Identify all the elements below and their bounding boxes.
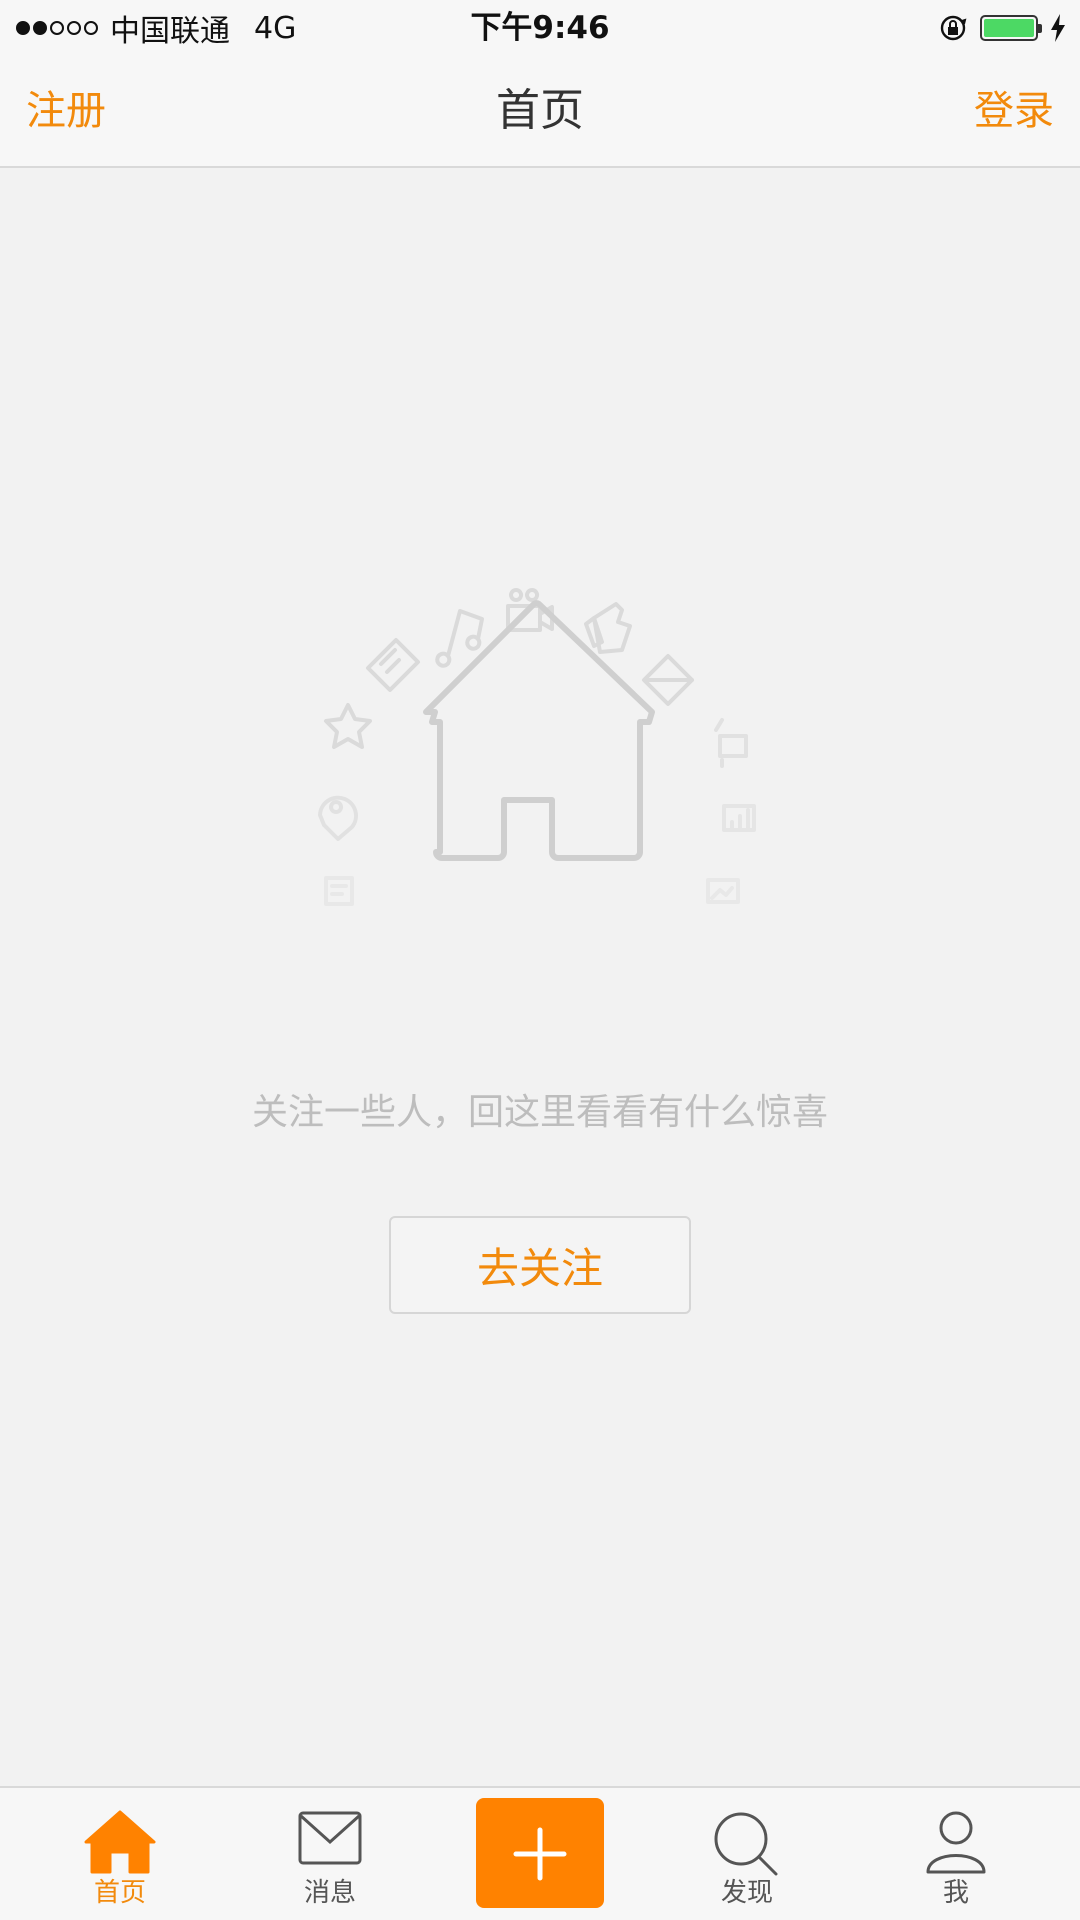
tab-discover-label: 发现 bbox=[720, 1878, 773, 1908]
status-bar: 中国联通 4G 下午9:46 bbox=[0, 0, 1080, 56]
status-right bbox=[938, 10, 1066, 46]
battery-fill bbox=[984, 19, 1034, 37]
tab-messages-label: 消息 bbox=[303, 1878, 356, 1908]
thumbs-up-icon bbox=[584, 602, 632, 654]
ticket-icon bbox=[366, 638, 420, 692]
tab-discover[interactable]: 发现 bbox=[667, 1788, 827, 1920]
profile-icon bbox=[926, 1811, 986, 1874]
image-icon bbox=[706, 878, 740, 904]
chat-icon bbox=[714, 718, 748, 768]
empty-state-illustration bbox=[318, 588, 756, 906]
plus-icon bbox=[513, 1827, 567, 1881]
rotation-lock-icon bbox=[940, 15, 967, 41]
go-follow-button[interactable]: 去关注 bbox=[389, 1216, 691, 1314]
tab-home-label: 首页 bbox=[93, 1878, 146, 1908]
music-icon bbox=[435, 609, 484, 668]
tab-me-label: 我 bbox=[942, 1878, 969, 1908]
star-icon bbox=[324, 703, 372, 749]
home-icon bbox=[84, 1810, 156, 1874]
house-icon bbox=[423, 600, 655, 861]
tab-me[interactable]: 我 bbox=[876, 1788, 1036, 1920]
screen: 中国联通 4G 下午9:46 注册 首页 登录 关注一些人，回这里看看有什么惊喜… bbox=[0, 0, 1080, 1920]
status-time: 下午9:46 bbox=[470, 10, 610, 46]
login-button[interactable]: 登录 bbox=[974, 86, 1054, 136]
empty-state-message: 关注一些人，回这里看看有什么惊喜 bbox=[251, 1092, 828, 1133]
navigation-bar: 注册 首页 登录 bbox=[0, 56, 1080, 168]
chart-icon bbox=[722, 804, 756, 832]
tag-icon bbox=[642, 654, 694, 706]
search-icon bbox=[714, 1812, 778, 1876]
battery-icon bbox=[980, 15, 1042, 41]
tab-home[interactable]: 首页 bbox=[40, 1788, 200, 1920]
charging-bolt-icon bbox=[1051, 14, 1065, 42]
compose-button[interactable] bbox=[476, 1798, 604, 1908]
document-icon bbox=[324, 876, 354, 906]
tab-bar: 首页 消息 发现 我 bbox=[0, 1786, 1080, 1920]
tab-messages[interactable]: 消息 bbox=[250, 1788, 410, 1920]
mail-icon bbox=[298, 1811, 362, 1865]
location-icon bbox=[318, 795, 358, 841]
page-title: 首页 bbox=[496, 85, 584, 136]
